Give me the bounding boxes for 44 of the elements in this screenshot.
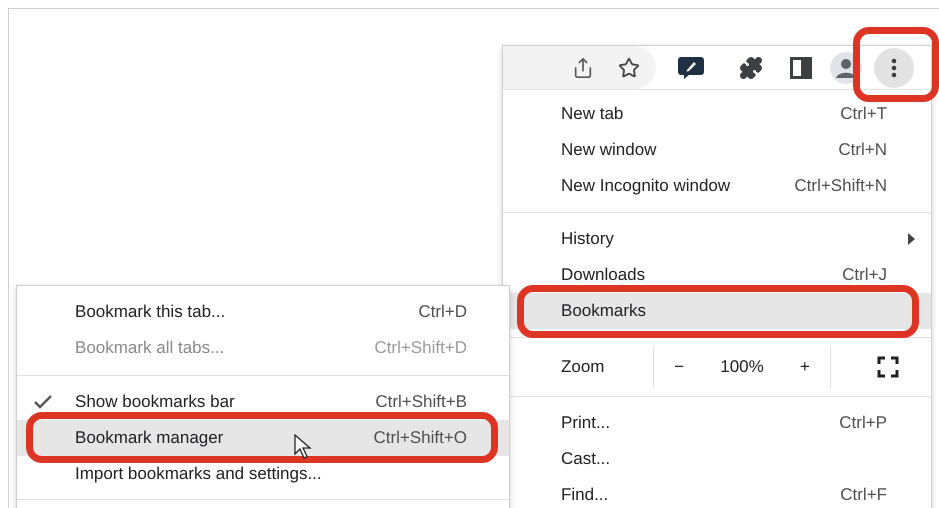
shortcut-text: Ctrl+F	[840, 485, 887, 505]
star-icon[interactable]	[618, 56, 640, 78]
shortcut-text: Ctrl+T	[840, 104, 887, 124]
profile-avatar-icon[interactable]	[830, 52, 862, 84]
shortcut-text: Ctrl+N	[838, 140, 887, 160]
menu-item-label: New window	[561, 140, 656, 160]
menu-item-label: New tab	[561, 104, 624, 124]
shortcut-text: Ctrl+D	[418, 302, 467, 322]
shortcut-text: Ctrl+J	[842, 265, 887, 285]
menu-item[interactable]: New tab Ctrl+T	[503, 96, 931, 132]
menu-item-label: Bookmarks	[561, 301, 646, 321]
menu-item-label: New Incognito window	[561, 176, 730, 196]
menu-item[interactable]: History	[503, 221, 931, 257]
menu-item-label: Bookmark all tabs...	[75, 338, 224, 358]
menu-item-label: Find...	[561, 485, 608, 505]
more-vertical-icon	[891, 58, 897, 78]
zoom-level-text: 100%	[720, 357, 764, 377]
side-panel-icon[interactable]	[790, 56, 812, 78]
menu-item-label: Show bookmarks bar	[75, 392, 235, 412]
menu-item-label: Import bookmarks and settings...	[75, 464, 322, 484]
menu-item-label: Cast...	[561, 449, 610, 469]
zoom-label: Zoom	[560, 356, 606, 378]
menu-item-label: History	[561, 229, 614, 249]
zoom-out-button[interactable]: −	[670, 357, 688, 377]
pencil-badge-icon[interactable]	[677, 56, 705, 80]
menu-item[interactable]: New window Ctrl+N	[503, 132, 931, 168]
shortcut-text: Ctrl+P	[839, 413, 887, 433]
shortcut-text: Ctrl+Shift+O	[373, 428, 467, 448]
menu-item-label: Downloads	[561, 265, 646, 285]
shortcut-text: Ctrl+Shift+N	[794, 176, 887, 196]
menu-item[interactable]: Show bookmarks bar Ctrl+Shift+B	[17, 384, 509, 420]
puzzle-icon[interactable]	[739, 56, 763, 80]
shortcut-text: Ctrl+Shift+B	[375, 392, 467, 412]
fullscreen-icon[interactable]	[877, 356, 899, 378]
menu-item-label: Bookmark this tab...	[75, 302, 226, 322]
menu-item[interactable]: Bookmark manager Ctrl+Shift+O	[17, 420, 509, 456]
shortcut-text: Ctrl+Shift+D	[374, 338, 467, 358]
menu-item-label: Bookmark manager	[75, 428, 224, 448]
more-menu-button[interactable]	[874, 48, 914, 88]
menu-item-label: Print...	[561, 413, 610, 433]
zoom-in-button[interactable]: +	[796, 357, 814, 377]
share-icon[interactable]	[572, 56, 594, 78]
mouse-pointer-icon	[294, 434, 314, 460]
menu-item[interactable]: New Incognito window Ctrl+Shift+N	[503, 168, 931, 204]
